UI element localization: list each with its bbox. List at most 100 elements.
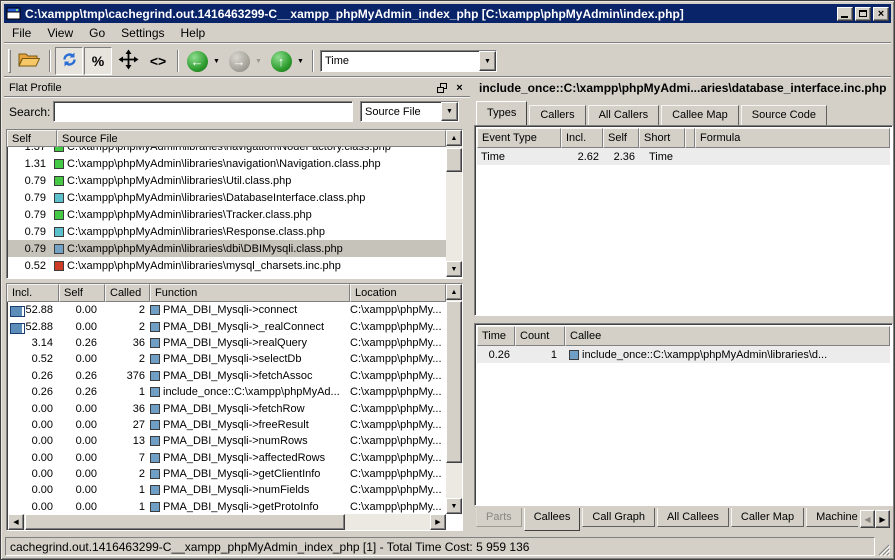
toolbar-handle[interactable] (8, 49, 11, 73)
event-type-combo[interactable]: Time ▼ (320, 50, 497, 72)
column-header-called[interactable]: Called (105, 284, 150, 302)
search-input[interactable] (53, 101, 353, 122)
tab-caller-map[interactable]: Caller Map (731, 508, 804, 527)
scroll-up-icon[interactable]: ▲ (446, 284, 462, 300)
menu-settings[interactable]: Settings (113, 24, 172, 42)
tab-machine-code[interactable]: Machine (806, 508, 858, 527)
tab-source-code[interactable]: Source Code (741, 105, 827, 125)
function-row[interactable]: 0.26 0.26 376 PMA_DBI_Mysqli->fetchAssoc… (8, 368, 446, 384)
scroll-right-icon[interactable]: ▶ (430, 514, 446, 530)
resize-grip[interactable] (877, 543, 890, 556)
tab-scroll-right-icon[interactable]: ▶ (875, 510, 890, 528)
tab-types[interactable]: Types (476, 101, 527, 125)
source-row[interactable]: 0.79 C:\xampp\phpMyAdmin\libraries\Respo… (8, 223, 446, 240)
close-icon: × (878, 9, 884, 19)
up-dropdown[interactable]: ▼ (294, 47, 307, 75)
function-table-hscrollbar[interactable]: ◀ ▶ (8, 514, 446, 530)
scrollbar-thumb[interactable] (446, 148, 462, 172)
scroll-left-icon[interactable]: ◀ (8, 514, 24, 530)
minimize-button[interactable] (837, 7, 853, 21)
source-list-vscrollbar[interactable]: ▲ ▼ (446, 130, 462, 277)
function-row[interactable]: 52.88 0.00 2 PMA_DBI_Mysqli->connect C:\… (8, 302, 446, 318)
function-row[interactable]: 0.00 0.00 7 PMA_DBI_Mysqli->affectedRows… (8, 450, 446, 466)
scroll-up-icon[interactable]: ▲ (446, 130, 462, 146)
relative-to-parent-button[interactable] (114, 47, 142, 75)
back-dropdown[interactable]: ▼ (210, 47, 223, 75)
column-header-short[interactable]: Short (639, 128, 685, 148)
column-header-count[interactable]: Count (515, 326, 565, 346)
source-row[interactable]: 0.79 C:\xampp\phpMyAdmin\libraries\Util.… (8, 172, 446, 189)
back-button[interactable]: ← (184, 47, 210, 75)
function-row[interactable]: 0.00 0.00 27 PMA_DBI_Mysqli->freeResult … (8, 417, 446, 433)
function-row[interactable]: 0.26 0.26 1 include_once::C:\xampp\phpMy… (8, 384, 446, 400)
dock-close-button[interactable]: × (452, 81, 467, 95)
function-row[interactable]: 52.88 0.00 2 PMA_DBI_Mysqli->_realConnec… (8, 318, 446, 334)
maximize-button[interactable] (855, 7, 871, 21)
function-row[interactable]: 0.00 0.00 1 PMA_DBI_Mysqli->getProtoInfo… (8, 499, 446, 514)
function-row[interactable]: 0.52 0.00 2 PMA_DBI_Mysqli->selectDb C:\… (8, 351, 446, 367)
shorten-templates-button[interactable]: <> (144, 47, 172, 75)
dock-float-button[interactable] (434, 81, 449, 95)
forward-dropdown[interactable]: ▼ (252, 47, 265, 75)
column-header-function[interactable]: Function (150, 284, 350, 302)
tab-callers[interactable]: Callers (529, 105, 585, 125)
scroll-down-icon[interactable]: ▼ (446, 498, 462, 514)
source-row[interactable]: 0.79 C:\xampp\phpMyAdmin\libraries\Track… (8, 206, 446, 223)
function-row[interactable]: 0.00 0.00 13 PMA_DBI_Mysqli->numRows C:\… (8, 433, 446, 449)
tab-parts[interactable]: Parts (476, 508, 522, 527)
tab-all-callees[interactable]: All Callees (657, 508, 729, 527)
column-header-self[interactable]: Self (603, 128, 639, 148)
source-row[interactable]: 1.31 C:\xampp\phpMyAdmin\libraries\navig… (8, 155, 446, 172)
tab-call-graph[interactable]: Call Graph (582, 508, 655, 527)
source-row[interactable]: 1.37 C:\xampp\phpMyAdmin\libraries\navig… (8, 147, 446, 155)
combo-dropdown-icon[interactable]: ▼ (479, 51, 496, 71)
scroll-down-icon[interactable]: ▼ (446, 261, 462, 277)
function-row[interactable]: 0.00 0.00 2 PMA_DBI_Mysqli->getClientInf… (8, 466, 446, 482)
event-type-row[interactable]: Time 2.62 2.36 Time (477, 148, 890, 165)
relative-cost-button[interactable]: % (84, 47, 112, 75)
source-row[interactable]: 0.52 C:\xampp\phpMyAdmin\libraries\mysql… (8, 257, 446, 274)
function-row[interactable]: 0.00 0.00 36 PMA_DBI_Mysqli->fetchRow C:… (8, 400, 446, 416)
function-table-vscrollbar[interactable]: ▲ ▼ (446, 284, 462, 514)
horizontal-splitter[interactable] (474, 316, 893, 323)
column-header-callee[interactable]: Callee (565, 326, 890, 346)
callee-row[interactable]: 0.26 1 include_once::C:\xampp\phpMyAdmin… (477, 346, 890, 363)
column-header-location[interactable]: Location (350, 284, 446, 302)
combo-dropdown-icon[interactable]: ▼ (441, 102, 458, 121)
source-row[interactable]: 0.79 C:\xampp\phpMyAdmin\libraries\Datab… (8, 189, 446, 206)
column-header-incl[interactable]: Incl. (561, 128, 603, 148)
menu-help[interactable]: Help (173, 24, 214, 42)
forward-button[interactable]: → (226, 47, 252, 75)
menu-go[interactable]: Go (81, 24, 113, 42)
tab-callee-map[interactable]: Callee Map (661, 105, 739, 125)
column-header-event-type[interactable]: Event Type (477, 128, 561, 148)
source-row-selected[interactable]: 0.79 C:\xampp\phpMyAdmin\libraries\dbi\D… (8, 240, 446, 257)
tab-scroll-left-icon[interactable]: ◀ (860, 510, 875, 528)
reload-button[interactable] (55, 47, 83, 75)
close-button[interactable]: × (873, 7, 889, 21)
column-header-source-file[interactable]: Source File (57, 130, 446, 147)
grouping-combo[interactable]: Source File ▼ (360, 101, 459, 122)
scrollbar-thumb[interactable] (446, 301, 462, 463)
column-header-self[interactable]: Self (59, 284, 105, 302)
open-file-button[interactable] (15, 47, 43, 75)
function-row[interactable]: 0.00 0.00 1 PMA_DBI_Mysqli->numFields C:… (8, 482, 446, 498)
source-row[interactable]: 0.52 C:\xampp\phpMyAdmin\libraries\user_… (8, 274, 446, 277)
menu-view[interactable]: View (39, 24, 81, 42)
source-file-icon (54, 176, 64, 186)
tab-callees[interactable]: Callees (524, 508, 581, 531)
title-bar[interactable]: C:\xampp\tmp\cachegrind.out.1416463299-C… (4, 4, 891, 23)
function-icon (150, 354, 160, 364)
window-title: C:\xampp\tmp\cachegrind.out.1416463299-C… (25, 7, 833, 21)
tab-all-callers[interactable]: All Callers (588, 105, 660, 125)
dock-title-bar[interactable]: Flat Profile × (4, 79, 470, 97)
up-button[interactable]: ↑ (268, 47, 294, 75)
column-header-self[interactable]: Self (7, 130, 57, 147)
column-header-formula[interactable]: Formula (695, 128, 890, 148)
column-header-time[interactable]: Time (477, 326, 515, 346)
scrollbar-thumb[interactable] (25, 514, 345, 530)
up-icon: ↑ (278, 55, 285, 68)
function-row[interactable]: 3.14 0.26 36 PMA_DBI_Mysqli->realQuery C… (8, 335, 446, 351)
menu-file[interactable]: File (4, 24, 39, 42)
column-header-incl[interactable]: Incl. (7, 284, 59, 302)
